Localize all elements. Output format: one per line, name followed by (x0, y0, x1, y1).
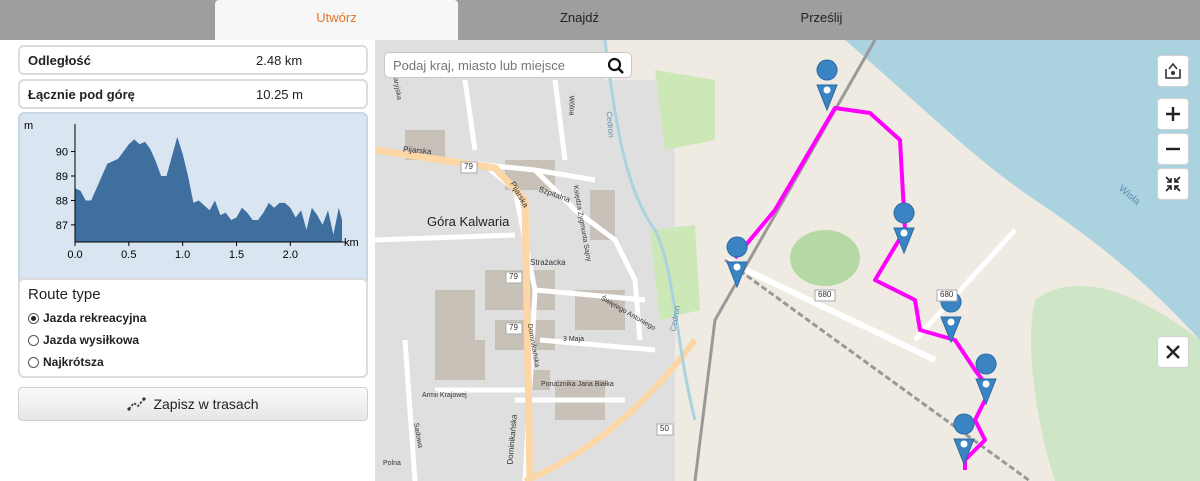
marker-dots (733, 86, 990, 448)
search-input[interactable] (393, 57, 603, 73)
climb-panel: Łącznie pod górę 10.25 m (18, 79, 368, 109)
street-label: Wólna (567, 95, 575, 116)
route-option-label: Najkrótsza (43, 355, 104, 369)
radio-recreational[interactable] (28, 312, 39, 324)
map-layers-icon (1165, 62, 1181, 79)
y-axis-label: m (24, 120, 33, 132)
route-path (733, 106, 992, 470)
zoom-out-button[interactable] (1157, 133, 1189, 165)
zoom-in-button[interactable] (1157, 98, 1189, 130)
y-tick-label: 89 (56, 171, 68, 183)
town-label: Góra Kalwaria (427, 214, 510, 229)
park-north (655, 70, 715, 150)
route-option-label: Jazda wysiłkowa (43, 333, 140, 347)
x-tick-label: 1.0 (175, 249, 190, 261)
road-ref-label: 79 (509, 323, 518, 332)
map-canvas[interactable]: Góra Kalwaria Pijarska Pijarska Szpitaln… (375, 40, 1200, 481)
waypoint-marker (975, 353, 997, 406)
x-tick-label: 0.5 (121, 249, 136, 261)
street-label: 3 Maja (563, 336, 585, 343)
y-tick-label: 88 (56, 195, 68, 207)
elevation-area-group (75, 136, 342, 242)
map-base (375, 40, 1200, 481)
distance-panel: Odległość 2.48 km (18, 45, 368, 75)
climb-value: 10.25 m (256, 86, 303, 102)
route-type-panel: Route type Jazda rekreacyjna Jazda wysił… (18, 278, 368, 378)
top-tab-bar: Utwórz Znajdź Prześlij (0, 0, 1200, 40)
y-tick-label: 90 (56, 147, 68, 159)
forest-patch (790, 230, 860, 286)
plus-icon (1166, 107, 1180, 121)
route-option-shortest[interactable]: Najkrótsza (28, 351, 358, 373)
road-ref-label: 680 (940, 290, 954, 299)
street-label: Armii Krajowej (422, 392, 467, 399)
x-tick-label: 1.5 (229, 249, 244, 261)
waypoint-marker (816, 59, 838, 112)
collapse-arrows-icon (1165, 176, 1181, 192)
climb-label: Łącznie pod górę (28, 86, 135, 102)
tab-create[interactable]: Utwórz (215, 0, 458, 40)
map-search-box[interactable] (384, 52, 632, 78)
street-label: Polna (383, 460, 401, 467)
forest-riverbank (1031, 285, 1200, 481)
x-tick-label: 2.0 (283, 249, 298, 261)
save-route-button[interactable]: Zapisz w trasach (18, 387, 368, 421)
y-tick-label: 87 (56, 220, 68, 232)
search-icon[interactable] (607, 57, 625, 75)
route-option-label: Jazda rekreacyjna (43, 311, 147, 325)
waypoint-marker (726, 236, 748, 289)
clear-route-button[interactable] (1157, 336, 1189, 368)
route-option-recreational[interactable]: Jazda rekreacyjna (28, 307, 358, 329)
road-ref-label: 50 (660, 424, 669, 433)
x-tick-label: 0.0 (67, 249, 82, 261)
x-axis-label: km (344, 237, 359, 249)
route-type-title: Route type (28, 286, 101, 303)
elevation-area (75, 136, 342, 242)
river-wisla (845, 40, 1200, 340)
save-route-label: Zapisz w trasach (153, 396, 259, 412)
street-label: Porucznika Jana Białka (541, 381, 614, 388)
road-ref-label: 79 (509, 272, 518, 281)
close-icon (1166, 345, 1180, 359)
tab-upload[interactable]: Prześlij (700, 0, 943, 40)
radio-shortest[interactable] (28, 356, 39, 368)
route-icon (127, 397, 147, 411)
minus-icon (1166, 147, 1180, 151)
tab-find[interactable]: Znajdź (458, 0, 701, 40)
route-option-effort[interactable]: Jazda wysiłkowa (28, 329, 358, 351)
road-east (913, 228, 1017, 342)
radio-effort[interactable] (28, 334, 39, 346)
distance-value: 2.48 km (256, 52, 303, 68)
distance-label: Odległość (28, 52, 91, 68)
street-label: Strażacka (530, 258, 566, 267)
fit-bounds-button[interactable] (1157, 168, 1189, 200)
road-ref-label: 680 (818, 290, 832, 299)
road-ref-label: 79 (464, 162, 473, 171)
map-layers-button[interactable] (1157, 55, 1189, 87)
